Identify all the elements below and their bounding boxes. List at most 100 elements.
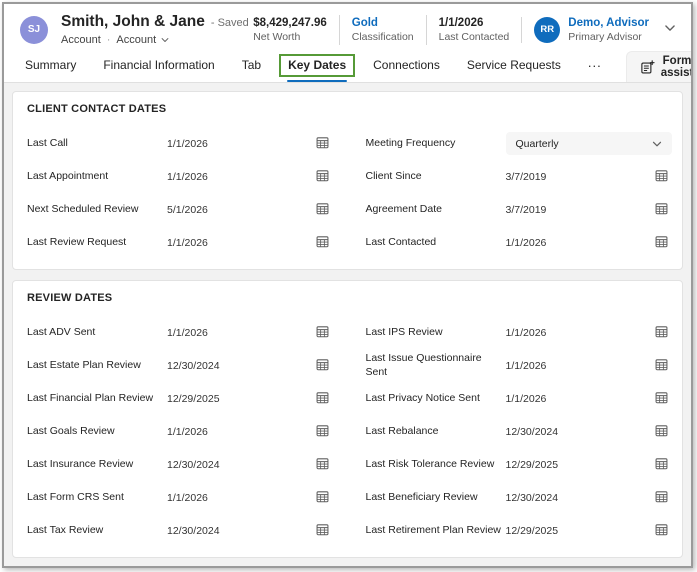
- field-value[interactable]: 12/29/2025: [506, 525, 645, 537]
- field-value[interactable]: 1/1/2026: [167, 426, 306, 438]
- field-value[interactable]: 12/30/2024: [167, 525, 306, 537]
- advisor-name-link[interactable]: Demo, Advisor: [568, 17, 649, 29]
- tab-tab[interactable]: Tab: [239, 58, 264, 82]
- field-value[interactable]: 1/1/2026: [167, 171, 306, 183]
- calendar-icon: [315, 456, 330, 474]
- date-picker-button[interactable]: [312, 201, 334, 219]
- date-picker-button[interactable]: [312, 390, 334, 408]
- record-type-label: Account: [61, 34, 101, 46]
- section-title: REVIEW DATES: [27, 292, 672, 304]
- calendar-icon: [654, 357, 669, 375]
- field-value[interactable]: 1/1/2026: [167, 492, 306, 504]
- field-last-estate-plan-review: Last Estate Plan Review 12/30/2024: [23, 349, 334, 382]
- field-value[interactable]: 5/1/2026: [167, 204, 306, 216]
- classification-value[interactable]: Gold: [352, 17, 414, 29]
- field-label: Last Issue Questionnaire Sent: [366, 352, 500, 379]
- meeting-frequency-dropdown[interactable]: Quarterly: [506, 132, 673, 155]
- tab-key-dates[interactable]: Key Dates: [285, 58, 349, 82]
- stat-classification: Gold Classification: [339, 15, 426, 45]
- date-picker-button[interactable]: [650, 423, 672, 441]
- field-value[interactable]: 12/30/2024: [167, 360, 306, 372]
- date-picker-button[interactable]: [650, 168, 672, 186]
- field-last-retirement-plan-review: Last Retirement Plan Review 12/29/2025: [362, 514, 673, 547]
- field-label: Last Call: [27, 137, 161, 151]
- chevron-down-icon: [160, 35, 170, 45]
- last-contacted-label: Last Contacted: [439, 31, 510, 43]
- field-value[interactable]: 1/1/2026: [506, 237, 645, 249]
- field-meeting-frequency: Meeting Frequency Quarterly: [362, 127, 673, 160]
- date-picker-button[interactable]: [312, 135, 334, 153]
- field-value[interactable]: 12/29/2025: [167, 393, 306, 405]
- field-label: Last IPS Review: [366, 326, 500, 340]
- field-last-review-request: Last Review Request 1/1/2026: [23, 226, 334, 259]
- tab-overflow-button[interactable]: ...: [585, 55, 605, 82]
- date-picker-button[interactable]: [650, 234, 672, 252]
- field-value[interactable]: 1/1/2026: [506, 327, 645, 339]
- field-last-call: Last Call 1/1/2026: [23, 127, 334, 160]
- calendar-icon: [315, 168, 330, 186]
- net-worth-value[interactable]: $8,429,247.96: [253, 17, 327, 29]
- field-value[interactable]: 1/1/2026: [506, 360, 645, 372]
- date-picker-button[interactable]: [650, 357, 672, 375]
- calendar-icon: [654, 168, 669, 186]
- record-title-block: Smith, John & Jane - Saved Account · Acc…: [61, 13, 241, 46]
- field-last-issue-questionnaire-sent: Last Issue Questionnaire Sent 1/1/2026: [362, 349, 673, 382]
- field-label: Last Insurance Review: [27, 458, 161, 472]
- tab-financial-information[interactable]: Financial Information: [100, 58, 217, 82]
- field-value[interactable]: 1/1/2026: [167, 237, 306, 249]
- calendar-icon: [315, 423, 330, 441]
- form-assist-icon: [640, 60, 655, 75]
- field-label: Last Beneficiary Review: [366, 491, 500, 505]
- field-label: Agreement Date: [366, 203, 500, 217]
- chevron-down-icon: [651, 138, 663, 150]
- calendar-icon: [315, 522, 330, 540]
- calendar-icon: [654, 390, 669, 408]
- date-picker-button[interactable]: [650, 522, 672, 540]
- stat-net-worth: $8,429,247.96 Net Worth: [241, 15, 339, 45]
- record-header: SJ Smith, John & Jane - Saved Account · …: [4, 4, 691, 51]
- form-selector[interactable]: Account: [116, 34, 170, 46]
- date-picker-button[interactable]: [312, 456, 334, 474]
- calendar-icon: [654, 522, 669, 540]
- date-picker-button[interactable]: [650, 390, 672, 408]
- calendar-icon: [654, 324, 669, 342]
- advisor-avatar: RR: [534, 17, 560, 43]
- field-value[interactable]: 3/7/2019: [506, 171, 645, 183]
- date-picker-button[interactable]: [312, 357, 334, 375]
- header-expand-button[interactable]: [663, 21, 677, 38]
- field-value[interactable]: 1/1/2026: [506, 393, 645, 405]
- date-picker-button[interactable]: [650, 456, 672, 474]
- date-picker-button[interactable]: [650, 324, 672, 342]
- last-contacted-value[interactable]: 1/1/2026: [439, 17, 510, 29]
- tab-connections[interactable]: Connections: [370, 58, 443, 82]
- date-picker-button[interactable]: [312, 324, 334, 342]
- field-agreement-date: Agreement Date 3/7/2019: [362, 193, 673, 226]
- form-selector-label: Account: [116, 34, 156, 46]
- calendar-icon: [315, 357, 330, 375]
- date-picker-button[interactable]: [312, 522, 334, 540]
- date-picker-button[interactable]: [650, 489, 672, 507]
- field-last-appointment: Last Appointment 1/1/2026: [23, 160, 334, 193]
- field-label: Last Financial Plan Review: [27, 392, 161, 406]
- field-value[interactable]: 12/29/2025: [506, 459, 645, 471]
- field-value[interactable]: 12/30/2024: [167, 459, 306, 471]
- field-label: Last Privacy Notice Sent: [366, 392, 500, 406]
- field-value[interactable]: 12/30/2024: [506, 492, 645, 504]
- tab-service-requests[interactable]: Service Requests: [464, 58, 564, 82]
- advisor-role-label: Primary Advisor: [568, 31, 649, 43]
- field-value[interactable]: 1/1/2026: [167, 327, 306, 339]
- field-value[interactable]: 1/1/2026: [167, 138, 306, 150]
- date-picker-button[interactable]: [312, 489, 334, 507]
- date-picker-button[interactable]: [312, 168, 334, 186]
- date-picker-button[interactable]: [312, 423, 334, 441]
- date-picker-button[interactable]: [650, 201, 672, 219]
- tab-key-dates-label: Key Dates: [288, 58, 346, 72]
- form-assist-button[interactable]: Form assist: [626, 51, 693, 82]
- field-label: Last Estate Plan Review: [27, 359, 161, 373]
- stat-last-contacted: 1/1/2026 Last Contacted: [426, 15, 522, 45]
- tab-summary[interactable]: Summary: [22, 58, 79, 82]
- date-picker-button[interactable]: [312, 234, 334, 252]
- field-last-beneficiary-review: Last Beneficiary Review 12/30/2024: [362, 481, 673, 514]
- field-value[interactable]: 12/30/2024: [506, 426, 645, 438]
- field-value[interactable]: 3/7/2019: [506, 204, 645, 216]
